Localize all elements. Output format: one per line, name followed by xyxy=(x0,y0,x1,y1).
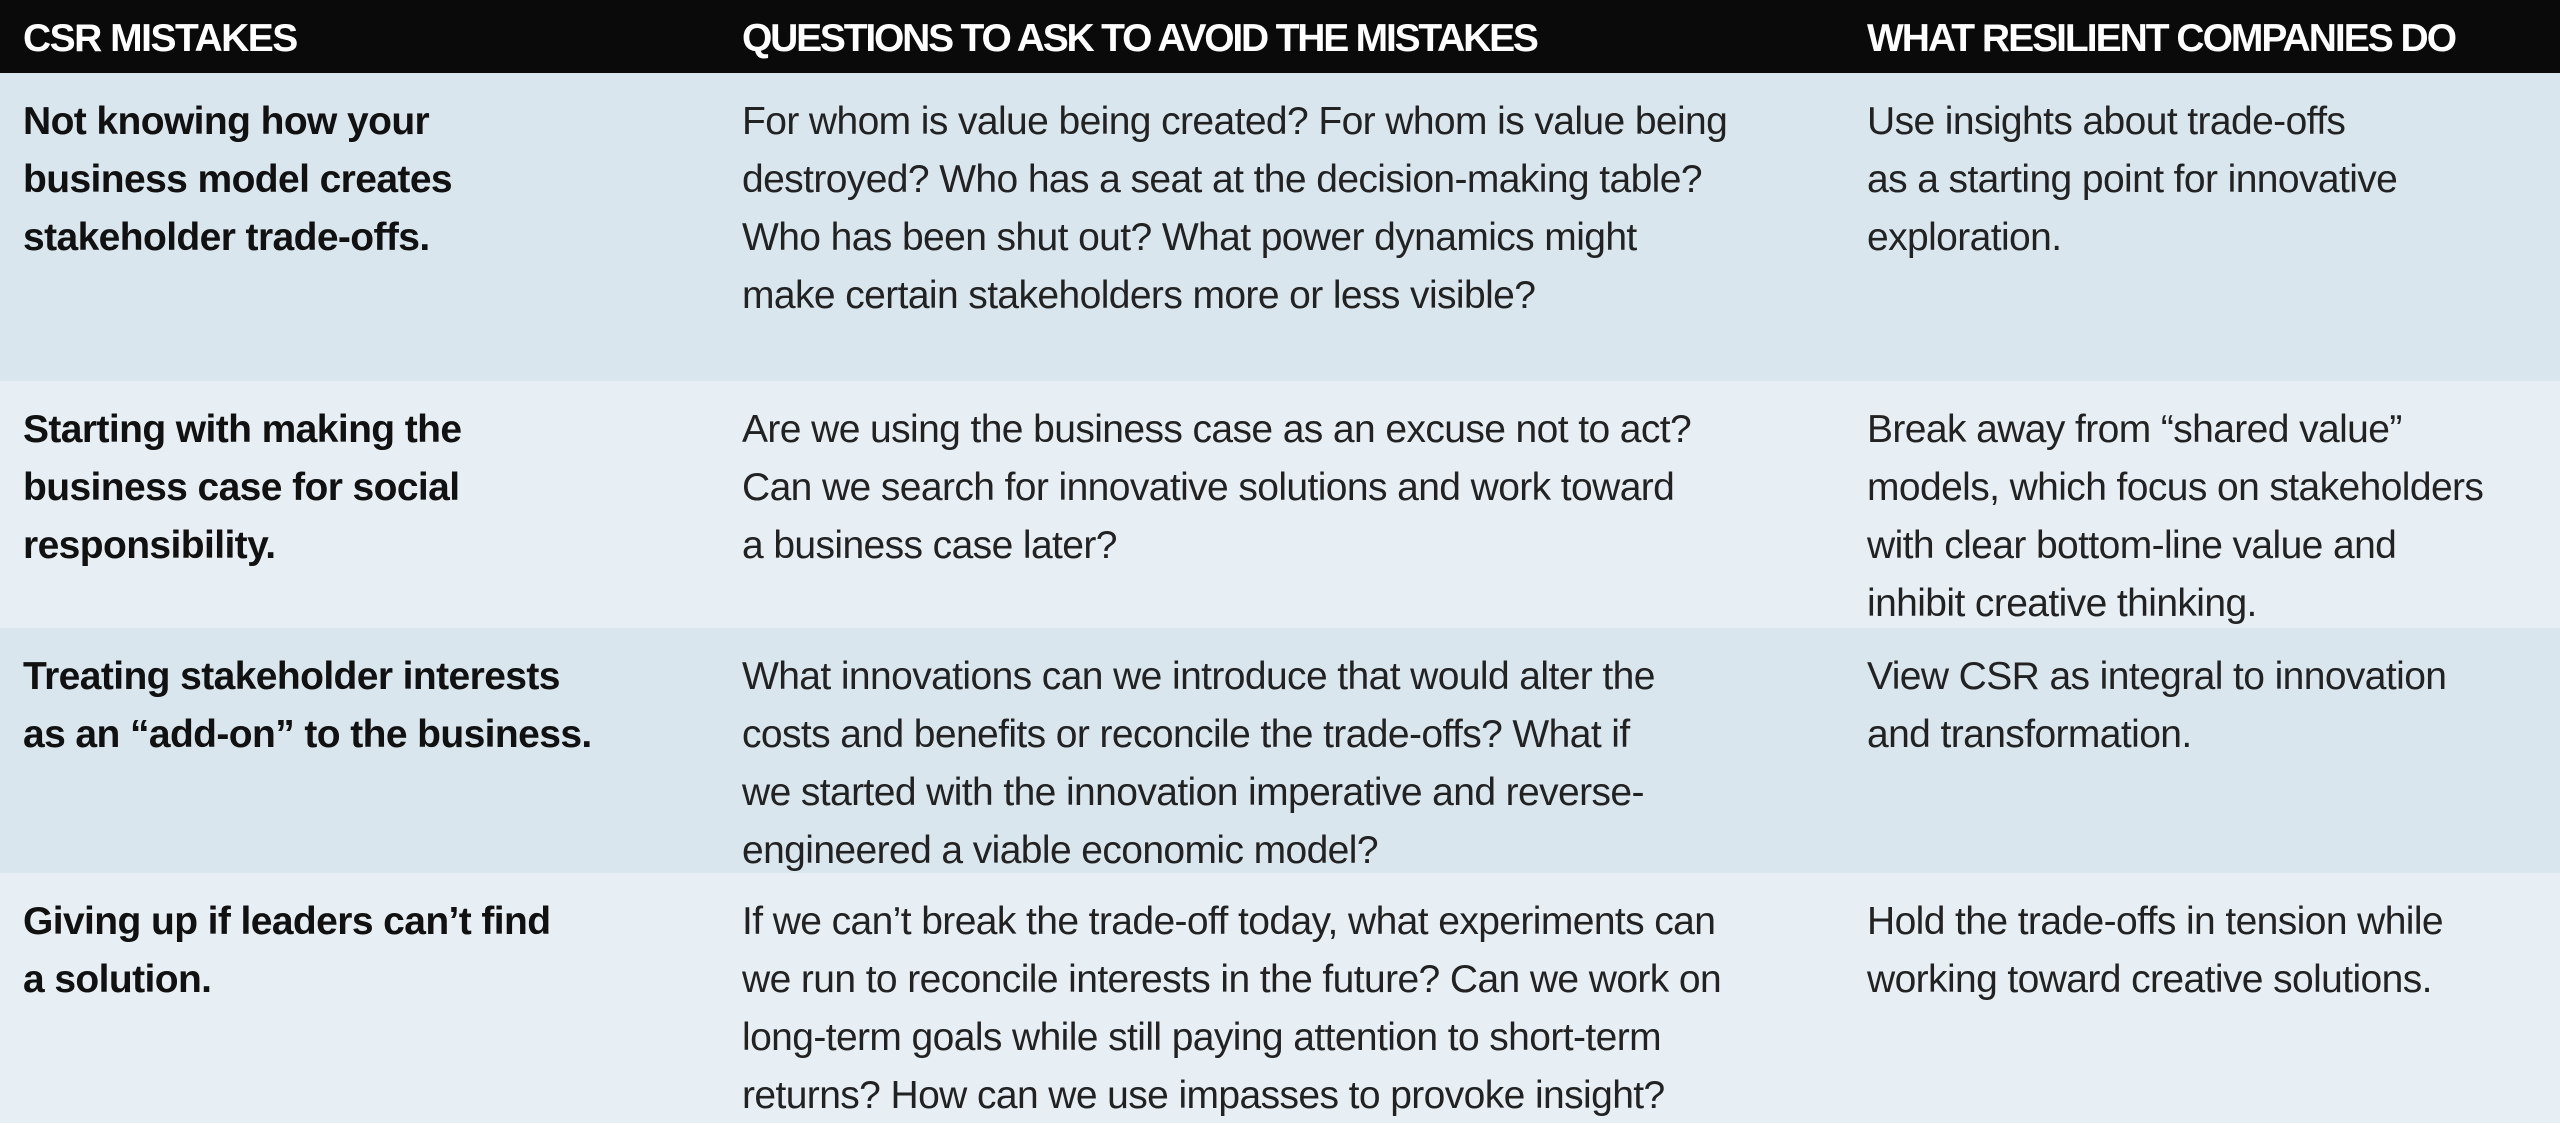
action-cell: Use insights about trade-offs as a start… xyxy=(1867,93,2557,267)
questions-cell: If we can’t break the trade-off today, w… xyxy=(742,893,1832,1125)
action-line: Break away from “shared value” xyxy=(1867,408,2402,451)
questions-line: destroyed? Who has a seat at the decisio… xyxy=(742,158,1703,201)
action-line: models, which focus on stakeholders xyxy=(1867,466,2484,509)
mistake-line: a solution. xyxy=(23,958,212,1001)
action-line: Use insights about trade-offs xyxy=(1867,100,2346,143)
questions-line: costs and benefits or reconcile the trad… xyxy=(742,713,1630,756)
questions-line: we started with the innovation imperativ… xyxy=(742,771,1645,814)
questions-line: make certain stakeholders more or less v… xyxy=(742,274,1536,317)
questions-line: returns? How can we use impasses to prov… xyxy=(742,1074,1665,1117)
questions-line: Are we using the business case as an exc… xyxy=(742,408,1692,451)
action-line: exploration. xyxy=(1867,216,2062,259)
mistake-cell: Treating stakeholder interests as an “ad… xyxy=(23,648,663,764)
table-row: Not knowing how your business model crea… xyxy=(0,73,2560,381)
action-cell: View CSR as integral to innovation and t… xyxy=(1867,648,2557,764)
table-row: Treating stakeholder interests as an “ad… xyxy=(0,628,2560,873)
mistake-line: responsibility. xyxy=(23,524,276,567)
questions-line: For whom is value being created? For who… xyxy=(742,100,1728,143)
action-line: as a starting point for innovative xyxy=(1867,158,2398,201)
action-cell: Break away from “shared value” models, w… xyxy=(1867,401,2557,633)
mistake-cell: Giving up if leaders can’t find a soluti… xyxy=(23,893,663,1009)
mistake-cell: Starting with making the business case f… xyxy=(23,401,663,575)
questions-cell: For whom is value being created? For who… xyxy=(742,93,1832,325)
header-questions: QUESTIONS TO ASK TO AVOID THE MISTAKES xyxy=(742,17,1539,60)
questions-cell: What innovations can we introduce that w… xyxy=(742,648,1832,880)
table-row: Starting with making the business case f… xyxy=(0,381,2560,628)
mistake-line: stakeholder trade-offs. xyxy=(23,216,430,259)
questions-line: Who has been shut out? What power dynami… xyxy=(742,216,1637,259)
header-csr-mistakes: CSR MISTAKES xyxy=(23,17,298,60)
mistake-line: Giving up if leaders can’t find xyxy=(23,900,551,943)
mistake-line: as an “add-on” to the business. xyxy=(23,713,592,756)
mistake-line: Treating stakeholder interests xyxy=(23,655,560,698)
mistake-line: business case for social xyxy=(23,466,460,509)
questions-line: If we can’t break the trade-off today, w… xyxy=(742,900,1716,943)
questions-line: a business case later? xyxy=(742,524,1117,567)
action-line: inhibit creative thinking. xyxy=(1867,582,2257,625)
mistake-line: Starting with making the xyxy=(23,408,462,451)
questions-line: What innovations can we introduce that w… xyxy=(742,655,1655,698)
questions-line: we run to reconcile interests in the fut… xyxy=(742,958,1722,1001)
action-line: and transformation. xyxy=(1867,713,2192,756)
table-header: CSR MISTAKES QUESTIONS TO ASK TO AVOID T… xyxy=(0,0,2560,73)
questions-line: engineered a viable economic model? xyxy=(742,829,1379,872)
mistake-line: business model creates xyxy=(23,158,453,201)
action-cell: Hold the trade-offs in tension while wor… xyxy=(1867,893,2557,1009)
questions-cell: Are we using the business case as an exc… xyxy=(742,401,1832,575)
questions-line: long-term goals while still paying atten… xyxy=(742,1016,1662,1059)
csr-table: CSR MISTAKES QUESTIONS TO ASK TO AVOID T… xyxy=(0,0,2560,1123)
action-line: working toward creative solutions. xyxy=(1867,958,2432,1001)
action-line: View CSR as integral to innovation xyxy=(1867,655,2447,698)
header-resilient-companies: WHAT RESILIENT COMPANIES DO xyxy=(1867,17,2457,60)
mistake-line: Not knowing how your xyxy=(23,100,430,143)
questions-line: Can we search for innovative solutions a… xyxy=(742,466,1675,509)
table-row: Giving up if leaders can’t find a soluti… xyxy=(0,873,2560,1123)
mistake-cell: Not knowing how your business model crea… xyxy=(23,93,663,267)
action-line: with clear bottom-line value and xyxy=(1867,524,2397,567)
action-line: Hold the trade-offs in tension while xyxy=(1867,900,2444,943)
